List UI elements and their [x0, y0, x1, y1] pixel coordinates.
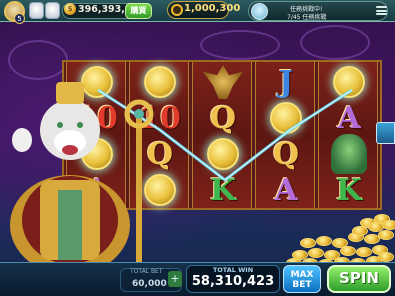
pile-coin — [378, 252, 394, 262]
side-banner[interactable] — [376, 122, 395, 144]
pile-coin — [316, 236, 332, 246]
bet-increase-button[interactable]: + — [168, 271, 182, 287]
total-bet-label: TOTAL BET — [130, 268, 163, 275]
spin-button[interactable]: SPIN — [327, 265, 391, 293]
total-win-amount: 58,310,423 — [191, 274, 275, 289]
max-bet-label-line1: MAX — [290, 270, 314, 280]
max-bet-label-line2: BET — [292, 280, 312, 290]
pile-coin — [300, 238, 316, 248]
pile-coin — [378, 230, 394, 240]
max-bet-button[interactable]: MAX BET — [283, 265, 321, 293]
pile-coin — [352, 226, 368, 236]
pile-coin — [340, 246, 356, 256]
pile-coin — [308, 248, 324, 258]
total-bet-amount: 60,000 — [132, 279, 167, 289]
total-win-label: TOTAL WIN — [212, 266, 254, 274]
golden-staff — [124, 99, 154, 268]
pile-coin — [382, 220, 395, 230]
